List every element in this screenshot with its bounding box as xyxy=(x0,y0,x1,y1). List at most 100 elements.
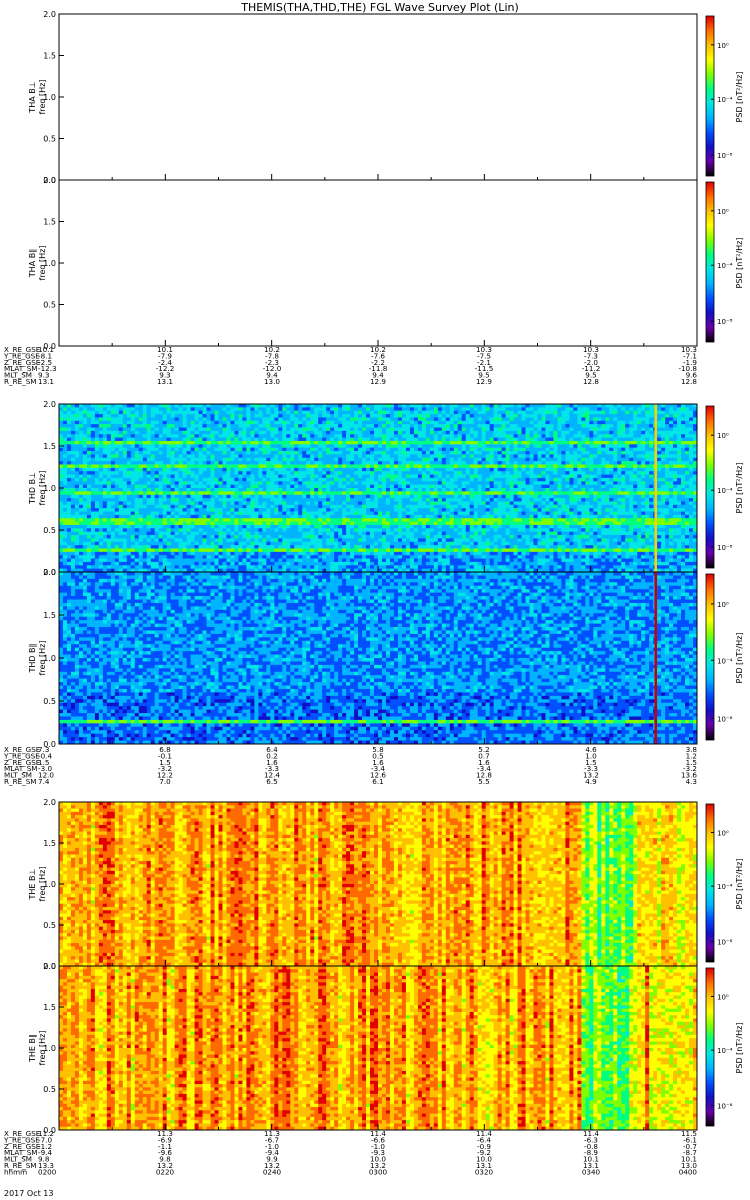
heatmap-cell xyxy=(473,451,479,455)
heatmap-cell xyxy=(529,481,534,486)
heatmap-cell xyxy=(258,427,263,432)
heatmap-cell xyxy=(481,474,487,479)
heatmap-cell xyxy=(413,414,419,418)
heatmap-cell xyxy=(302,484,307,489)
heatmap-cell xyxy=(673,457,678,462)
heatmap-cell xyxy=(621,440,626,445)
heatmap-cell xyxy=(493,404,499,408)
heatmap-cell xyxy=(134,437,140,442)
heatmap-cell xyxy=(174,404,180,408)
heatmap-cell xyxy=(425,501,431,506)
heatmap-cell xyxy=(633,477,638,482)
heatmap-cell xyxy=(118,414,124,418)
heatmap-cell xyxy=(589,498,594,502)
heatmap-cell xyxy=(226,437,231,442)
heatmap-cell xyxy=(665,494,670,499)
heatmap-cell xyxy=(689,498,694,502)
heatmap-cell xyxy=(102,457,108,462)
heatmap-cell xyxy=(533,467,538,472)
heatmap-cell xyxy=(138,498,144,502)
heatmap-cell xyxy=(246,407,251,412)
heatmap-cell xyxy=(685,498,690,502)
heatmap-cell xyxy=(182,451,187,455)
heatmap-cell xyxy=(513,464,518,469)
heatmap-cell xyxy=(641,491,646,496)
heatmap-cell xyxy=(565,501,570,506)
heatmap-cell xyxy=(469,501,475,506)
heatmap-cell xyxy=(74,494,80,499)
heatmap-cell xyxy=(342,494,347,499)
heatmap-cell xyxy=(310,494,315,499)
heatmap-cell xyxy=(549,457,554,462)
heatmap-cell xyxy=(481,488,487,492)
heatmap-cell xyxy=(501,481,506,486)
heatmap-cell xyxy=(362,437,367,442)
heatmap-cell xyxy=(409,447,415,452)
heatmap-cell xyxy=(98,481,104,486)
heatmap-cell xyxy=(242,444,247,449)
heatmap-cell xyxy=(158,494,164,499)
heatmap-cell xyxy=(90,447,96,452)
heatmap-cell xyxy=(437,501,443,506)
heatmap-cell xyxy=(449,481,455,486)
heatmap-cell xyxy=(178,481,184,486)
heatmap-cell xyxy=(449,494,455,499)
heatmap-cell xyxy=(194,504,199,509)
heatmap-cell xyxy=(545,474,550,479)
heatmap-cell xyxy=(613,417,618,422)
heatmap-cell xyxy=(274,501,279,506)
heatmap-cell xyxy=(613,434,618,438)
heatmap-cell xyxy=(593,440,598,445)
heatmap-cell xyxy=(405,414,411,418)
heatmap-cell xyxy=(613,410,618,415)
heatmap-cell xyxy=(493,471,499,475)
heatmap-cell xyxy=(597,471,602,475)
heatmap-cell xyxy=(565,457,570,462)
heatmap-cell xyxy=(322,488,327,492)
heatmap-cell xyxy=(493,434,499,438)
heatmap-cell xyxy=(186,410,191,415)
heatmap-cell xyxy=(122,427,128,432)
heatmap-cell xyxy=(577,447,582,452)
heatmap-cell xyxy=(601,484,606,489)
heatmap-cell xyxy=(94,410,100,415)
heatmap-cell xyxy=(565,484,570,489)
heatmap-cell xyxy=(445,474,451,479)
heatmap-cell xyxy=(689,457,694,462)
heatmap-cell xyxy=(517,467,522,472)
heatmap-cell xyxy=(186,434,191,438)
heatmap-cell xyxy=(685,414,690,418)
heatmap-cell xyxy=(557,501,562,506)
heatmap-cell xyxy=(210,430,215,435)
heatmap-cell xyxy=(338,488,343,492)
heatmap-cell xyxy=(130,424,136,428)
heatmap-cell xyxy=(497,504,503,509)
heatmap-cell xyxy=(529,461,534,465)
heatmap-cell xyxy=(294,471,299,475)
heatmap-cell xyxy=(689,404,694,408)
heatmap-cell xyxy=(162,410,168,415)
heatmap-cell xyxy=(62,434,68,438)
heatmap-cell xyxy=(433,494,439,499)
colorbar-tick-label: 10⁻⁴ xyxy=(717,262,733,270)
heatmap-cell xyxy=(617,477,622,482)
heatmap-cell xyxy=(90,417,96,422)
heatmap-cell xyxy=(521,407,526,412)
heatmap-cell xyxy=(250,440,255,445)
heatmap-cell xyxy=(294,504,299,509)
heatmap-cell xyxy=(214,410,219,415)
heatmap-cell xyxy=(254,451,259,455)
heatmap-cell xyxy=(290,451,295,455)
heatmap-cell xyxy=(625,444,630,449)
heatmap-cell xyxy=(617,454,622,459)
heatmap-cell xyxy=(194,447,199,452)
heatmap-cell xyxy=(425,461,431,465)
heatmap-cell xyxy=(154,427,160,432)
heatmap-cell xyxy=(274,454,279,459)
heatmap-cell xyxy=(282,404,287,408)
heatmap-cell xyxy=(374,484,379,489)
heatmap-cell xyxy=(290,430,295,435)
heatmap-cell xyxy=(517,414,522,418)
heatmap-cell xyxy=(461,430,467,435)
heatmap-cell xyxy=(90,464,96,469)
